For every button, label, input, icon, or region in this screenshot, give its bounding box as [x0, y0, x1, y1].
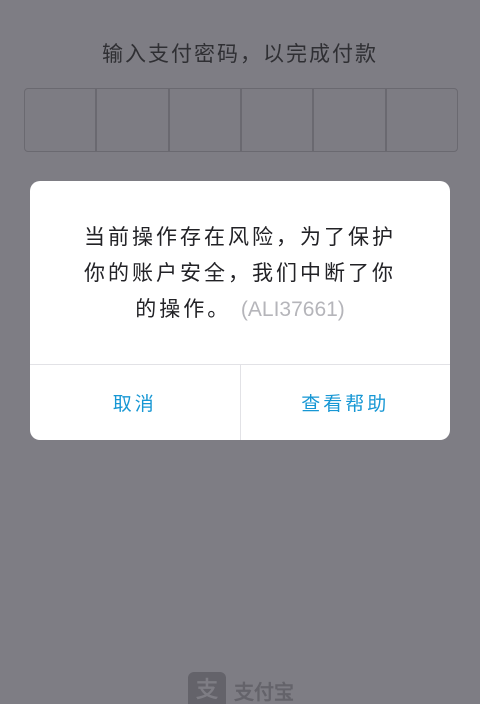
error-code: (ALI37661) [240, 298, 345, 321]
alipay-logo-icon: 支 [188, 672, 226, 704]
pin-slot-1[interactable] [25, 89, 98, 151]
cancel-button[interactable]: 取消 [30, 365, 240, 440]
dialog-button-row: 取消 查看帮助 [30, 365, 450, 440]
brand-name: 支付宝 [234, 680, 294, 704]
alipay-brand: 支 支付宝 [188, 672, 294, 704]
pin-slot-3[interactable] [170, 89, 242, 151]
pin-slot-6[interactable] [387, 89, 457, 151]
risk-alert-dialog: 当前操作存在风险，为了保护你的账户安全，我们中断了你的操作。 (ALI37661… [30, 181, 450, 440]
payment-screen: 输入支付密码，以完成付款 当前操作存在风险，为了保护你的账户安全，我们中断了你的… [0, 0, 480, 704]
pin-slot-2[interactable] [97, 89, 170, 151]
pin-input[interactable] [24, 88, 458, 152]
pin-slot-5[interactable] [314, 89, 387, 151]
view-help-button[interactable]: 查看帮助 [241, 365, 451, 440]
payment-prompt: 输入支付密码，以完成付款 [102, 42, 378, 66]
pin-slot-4[interactable] [242, 89, 315, 151]
dialog-message: 当前操作存在风险，为了保护你的账户安全，我们中断了你的操作。 (ALI37661… [30, 219, 450, 328]
